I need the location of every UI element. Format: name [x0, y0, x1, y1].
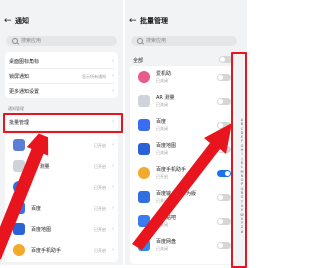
arrow-right-up: [132, 123, 232, 250]
arrow-left-up: [0, 133, 49, 260]
annotation-arrows: [0, 123, 232, 260]
